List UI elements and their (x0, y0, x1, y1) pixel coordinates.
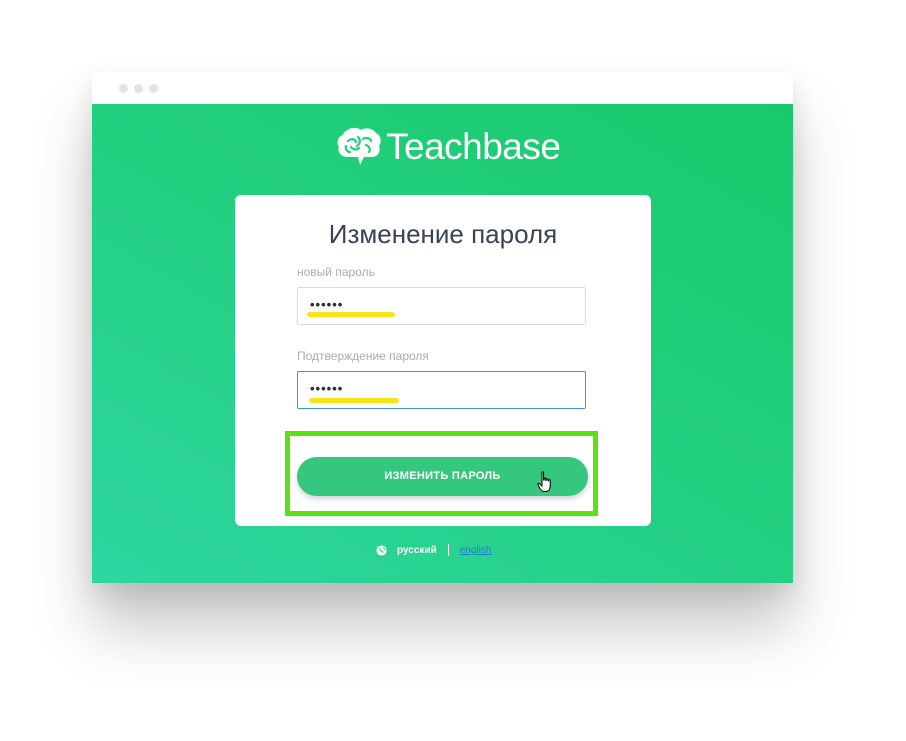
window-control-dot[interactable] (134, 84, 143, 93)
text-highlight-mark (309, 398, 399, 403)
browser-window: Teachbase Изменение пароля новый пароль … (92, 72, 793, 583)
window-control-dot[interactable] (149, 84, 158, 93)
text-highlight-mark (307, 312, 395, 317)
teachbase-logo[interactable]: Teachbase (336, 126, 561, 168)
language-divider (447, 544, 449, 556)
new-password-label: новый пароль (297, 265, 375, 279)
confirm-password-label: Подтверждение пароля (297, 349, 429, 363)
password-change-card: Изменение пароля новый пароль •••••• Под… (235, 195, 651, 526)
confirm-password-input[interactable]: •••••• (297, 371, 586, 409)
window-control-dot[interactable] (119, 84, 128, 93)
language-switcher: русский english (376, 542, 491, 558)
brain-chat-icon (337, 127, 381, 165)
globe-icon (376, 544, 387, 556)
hand-pointer-icon (537, 471, 551, 492)
window-titlebar (92, 72, 793, 104)
language-english-link[interactable]: english (460, 545, 492, 556)
logo-wordmark: Teachbase (386, 126, 561, 167)
page-title: Изменение пароля (328, 219, 558, 249)
new-password-input[interactable]: •••••• (297, 287, 586, 325)
login-page: Teachbase Изменение пароля новый пароль … (92, 104, 793, 583)
language-russian[interactable]: русский (397, 545, 437, 556)
new-password-value: •••••• (310, 297, 344, 312)
confirm-password-value: •••••• (310, 381, 344, 396)
